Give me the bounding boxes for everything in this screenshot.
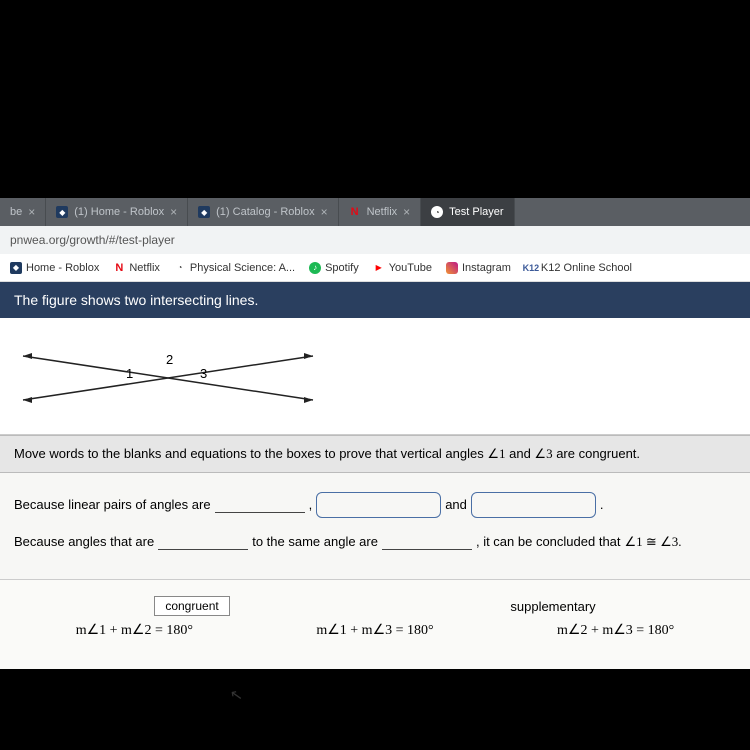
proof-line1-text: Because linear pairs of angles are — [14, 489, 211, 520]
mouse-cursor-icon: ↖ — [229, 685, 245, 705]
tab-partial[interactable]: be× — [0, 198, 46, 226]
tab-home-roblox[interactable]: ◆(1) Home - Roblox× — [46, 198, 188, 226]
close-icon[interactable]: × — [403, 205, 410, 219]
tab-test-player[interactable]: ◔Test Player — [421, 198, 514, 226]
blank-3[interactable] — [382, 534, 472, 550]
close-icon[interactable]: × — [28, 205, 35, 219]
bookmark-spotify[interactable]: ♪Spotify — [309, 262, 359, 274]
netflix-icon: N — [349, 206, 361, 218]
conclusion: ∠1 ≅ ∠3. — [625, 526, 682, 557]
address-bar[interactable]: pnwea.org/growth/#/test-player — [0, 226, 750, 254]
close-icon[interactable]: × — [321, 205, 328, 219]
netflix-icon: N — [113, 262, 125, 274]
bookmark-instagram[interactable]: Instagram — [446, 262, 511, 274]
proof-line2b: to the same angle are — [252, 526, 378, 557]
instagram-icon — [446, 262, 458, 274]
angle-1-label: 1 — [126, 366, 133, 381]
bookmarks-bar: ◆Home - Roblox NNetflix ◔Physical Scienc… — [0, 254, 750, 282]
answer-choices: congruent supplementary m∠1 + m∠2 = 180°… — [0, 579, 750, 669]
roblox-icon: ◆ — [198, 206, 210, 218]
instruction-text: Move words to the blanks and equations t… — [0, 435, 750, 473]
question-banner: The figure shows two intersecting lines. — [0, 282, 750, 318]
angle-2-label: 2 — [166, 352, 173, 367]
tab-netflix[interactable]: NNetflix× — [339, 198, 422, 226]
choice-congruent[interactable]: congruent — [154, 596, 229, 616]
k12-icon: K12 — [525, 262, 537, 274]
browser-tab-strip: be× ◆(1) Home - Roblox× ◆(1) Catalog - R… — [0, 198, 750, 226]
bookmark-home-roblox[interactable]: ◆Home - Roblox — [10, 262, 99, 274]
figure-svg: 1 2 3 — [18, 328, 318, 418]
url-text: pnwea.org/growth/#/test-player — [10, 233, 175, 247]
equation-box-1[interactable] — [316, 492, 441, 518]
angle-3-label: 3 — [200, 366, 207, 381]
choice-eq1[interactable]: m∠1 + m∠2 = 180° — [76, 622, 193, 639]
youtube-icon: ▶ — [373, 262, 385, 274]
equation-box-2[interactable] — [471, 492, 596, 518]
nwea-icon: ◔ — [174, 262, 186, 274]
proof-line2a: Because angles that are — [14, 526, 154, 557]
tab-catalog-roblox[interactable]: ◆(1) Catalog - Roblox× — [188, 198, 338, 226]
spotify-icon: ♪ — [309, 262, 321, 274]
proof-area: Because linear pairs of angles are , and… — [0, 473, 750, 579]
bookmark-youtube[interactable]: ▶YouTube — [373, 262, 432, 274]
blank-2[interactable] — [158, 534, 248, 550]
proof-line2c: , it can be concluded that — [476, 526, 621, 557]
blank-1[interactable] — [215, 497, 305, 513]
close-icon[interactable]: × — [170, 205, 177, 219]
choice-eq2[interactable]: m∠1 + m∠3 = 180° — [316, 622, 433, 639]
choice-eq3[interactable]: m∠2 + m∠3 = 180° — [557, 622, 674, 639]
intersecting-lines-figure: 1 2 3 — [0, 318, 750, 435]
and-text: and — [445, 489, 467, 520]
bookmark-physical-science[interactable]: ◔Physical Science: A... — [174, 262, 295, 274]
roblox-icon: ◆ — [10, 262, 22, 274]
bookmark-k12[interactable]: K12K12 Online School — [525, 262, 632, 274]
nwea-icon: ◔ — [431, 206, 443, 218]
roblox-icon: ◆ — [56, 206, 68, 218]
bookmark-netflix[interactable]: NNetflix — [113, 262, 160, 274]
choice-supplementary[interactable]: supplementary — [510, 599, 595, 614]
